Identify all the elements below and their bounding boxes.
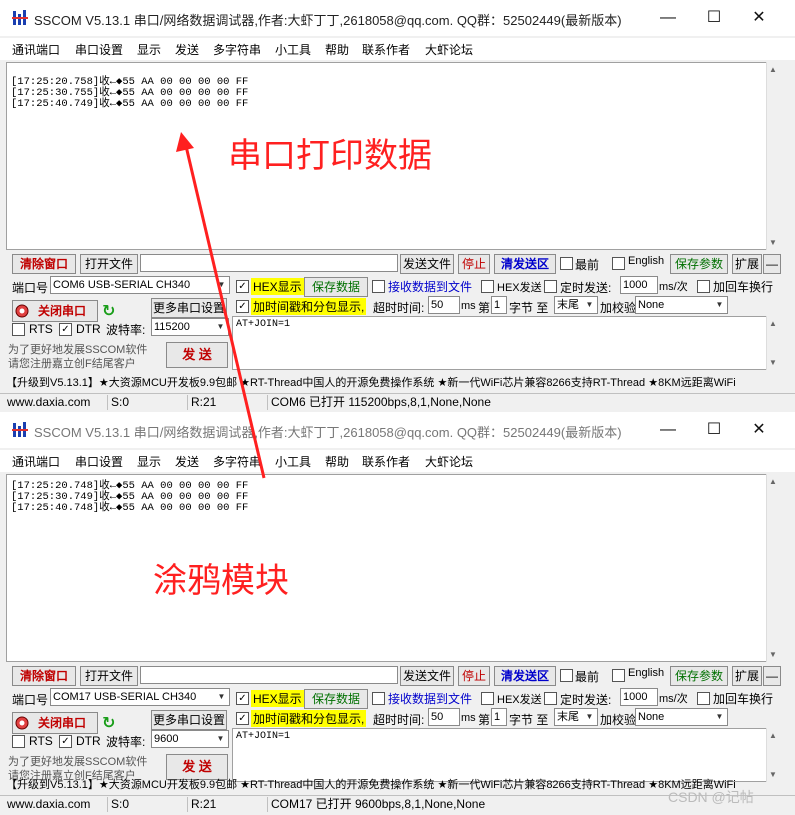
annotation-serial-print-data: 串口打印数据	[228, 136, 432, 176]
watermark: CSDN @记帖	[668, 789, 754, 805]
annotation-tuya-module: 涂鸦模块	[153, 561, 289, 601]
annotation-arrow	[176, 132, 266, 479]
